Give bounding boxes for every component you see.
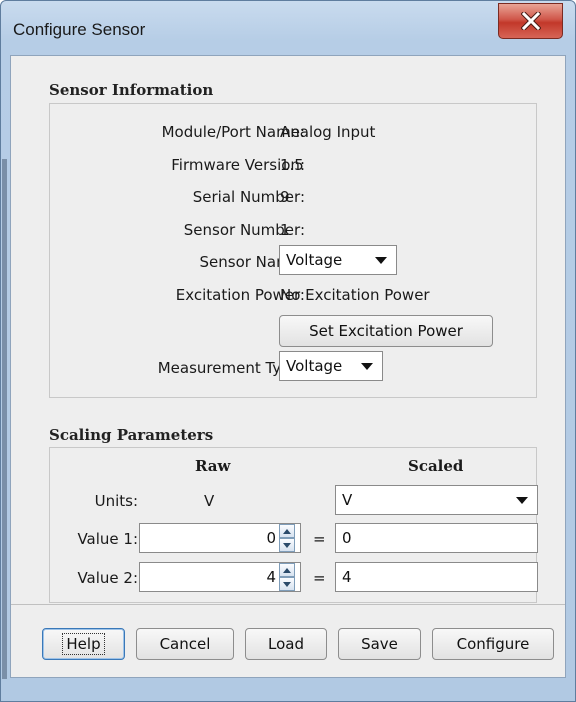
close-button[interactable]: [498, 3, 563, 39]
sensor-information-heading: Sensor Information: [49, 81, 214, 99]
value2-scaled-text: 4: [342, 568, 352, 586]
firmware-version-value: 1.5: [280, 156, 304, 174]
value2-equals: =: [313, 569, 326, 587]
measurement-type-selected: Voltage: [286, 357, 343, 375]
button-bar-divider: [11, 604, 565, 605]
title-bar[interactable]: Configure Sensor: [1, 1, 575, 55]
dialog-body: Sensor Information Module/Port Name: Ana…: [10, 55, 566, 678]
help-button-label: Help: [62, 633, 105, 655]
measurement-type-dropdown[interactable]: Voltage: [279, 351, 383, 381]
set-excitation-power-button[interactable]: Set Excitation Power: [279, 315, 493, 347]
scaled-units-dropdown[interactable]: V: [335, 485, 538, 515]
value2-raw-input[interactable]: 4: [139, 562, 301, 592]
sensor-name-selected: Voltage: [286, 251, 343, 269]
set-excitation-power-label: Set Excitation Power: [309, 322, 463, 340]
window-title: Configure Sensor: [13, 20, 146, 39]
value2-label: Value 2:: [77, 569, 138, 587]
scaled-column-header: Scaled: [408, 457, 464, 475]
sensor-number-value: 1: [280, 221, 290, 239]
value1-equals: =: [313, 530, 326, 548]
save-button-label: Save: [361, 635, 398, 653]
value2-raw-text: 4: [266, 568, 276, 586]
close-icon: [520, 12, 541, 30]
value2-raw-spinner[interactable]: [279, 563, 295, 591]
value1-label: Value 1:: [77, 530, 138, 548]
load-button-label: Load: [268, 635, 304, 653]
value1-scaled-input[interactable]: 0: [335, 523, 538, 553]
cancel-button-label: Cancel: [159, 635, 211, 653]
raw-units-value: V: [204, 492, 215, 510]
value1-raw-input[interactable]: 0: [139, 523, 301, 553]
scaling-parameters-group: Raw Scaled Units: V V Value 1: 0 = 0 Val…: [49, 447, 538, 603]
sensor-information-group: Module/Port Name: Analog Input Firmware …: [49, 103, 537, 398]
raw-column-header: Raw: [195, 457, 231, 475]
value1-scaled-text: 0: [342, 529, 352, 547]
spin-up-icon[interactable]: [279, 563, 295, 577]
chevron-down-icon: [375, 257, 387, 264]
scaled-units-selected: V: [342, 491, 353, 509]
sensor-name-dropdown[interactable]: Voltage: [279, 245, 397, 275]
module-port-value: Analog Input: [280, 123, 376, 141]
value1-raw-spinner[interactable]: [279, 524, 295, 552]
serial-number-value: 9: [280, 188, 290, 206]
spin-up-icon[interactable]: [279, 524, 295, 538]
spin-down-icon[interactable]: [279, 577, 295, 591]
excitation-power-value: No Excitation Power: [280, 286, 430, 304]
chevron-down-icon: [516, 497, 528, 504]
units-label: Units:: [94, 492, 138, 510]
dialog-content: Sensor Information Module/Port Name: Ana…: [11, 56, 565, 677]
configure-sensor-window: Configure Sensor Sensor Information Modu…: [0, 0, 576, 702]
load-button[interactable]: Load: [245, 628, 327, 660]
configure-button-label: Configure: [456, 635, 530, 653]
chevron-down-icon: [361, 363, 373, 370]
value1-raw-text: 0: [266, 529, 276, 547]
spin-down-icon[interactable]: [279, 538, 295, 552]
save-button[interactable]: Save: [338, 628, 421, 660]
value2-scaled-input[interactable]: 4: [335, 562, 538, 592]
help-button[interactable]: Help: [42, 628, 125, 660]
scaling-parameters-heading: Scaling Parameters: [49, 426, 214, 444]
cancel-button[interactable]: Cancel: [136, 628, 234, 660]
configure-button[interactable]: Configure: [432, 628, 554, 660]
window-frame-edge: [2, 159, 7, 679]
